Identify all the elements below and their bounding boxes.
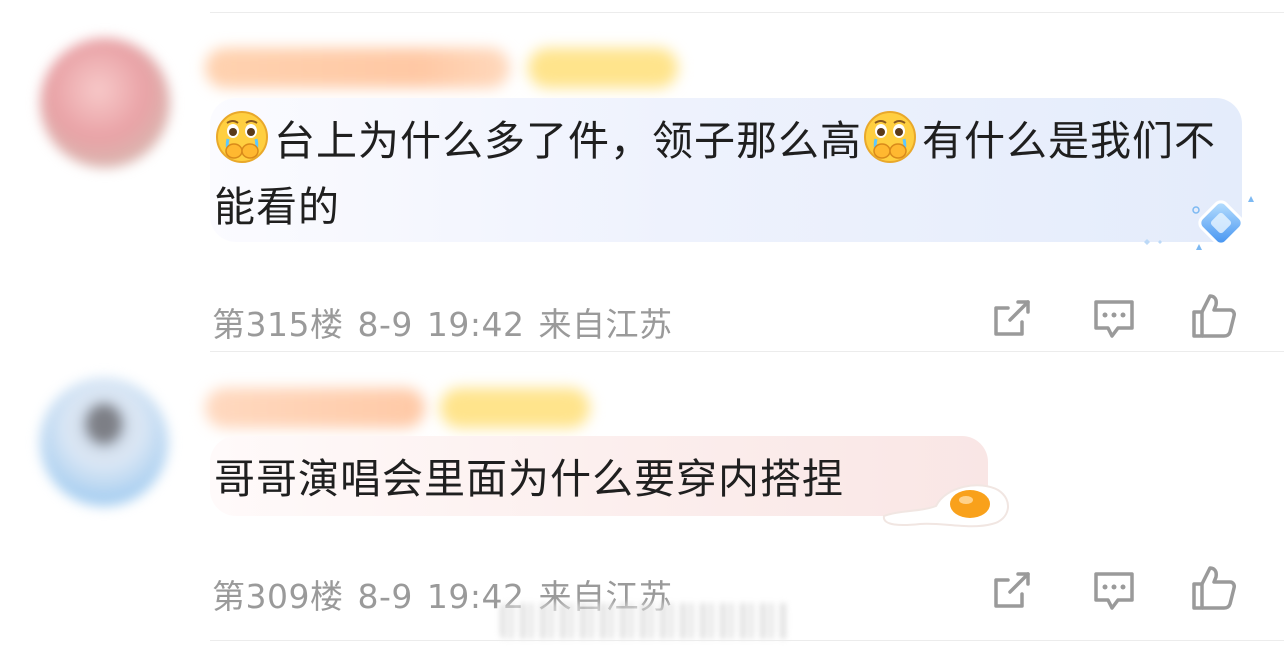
comment-time: 19:42: [426, 305, 525, 344]
divider: [210, 351, 1284, 352]
comment-date: 8-9: [357, 305, 413, 344]
share-icon[interactable]: [988, 566, 1036, 614]
username-blurred[interactable]: [205, 48, 510, 88]
username-blurred[interactable]: [205, 388, 425, 428]
thumbs-up-icon[interactable]: [1190, 564, 1238, 612]
crying-covering-mouth-emoji: [214, 109, 270, 165]
comment-icon[interactable]: [1090, 566, 1138, 614]
vip-badge[interactable]: [440, 388, 590, 428]
comment-meta: 第315楼 8-9 19:42 来自江苏: [212, 298, 687, 346]
comment-list: 台上为什么多了件，领子那么高 有什么是我们不能看的 第315楼 8-9 19:4…: [0, 0, 1284, 655]
avatar[interactable]: [40, 378, 168, 506]
diamond-decoration-icon: [1138, 196, 1262, 258]
vip-badge[interactable]: [528, 48, 678, 88]
divider: [210, 12, 1284, 13]
share-icon[interactable]: [988, 294, 1036, 342]
comment-text: 台上为什么多了件，领子那么高 有什么是我们不能看的: [214, 108, 1224, 240]
watermark: [500, 603, 790, 639]
comment-text: 哥哥演唱会里面为什么要穿内搭捏: [214, 455, 844, 503]
floor-number: 第309楼: [212, 577, 344, 616]
fried-egg-decoration-icon: [880, 476, 1014, 530]
crying-covering-mouth-emoji: [862, 109, 918, 165]
comment-icon[interactable]: [1090, 294, 1138, 342]
comment-location: 来自江苏: [538, 305, 673, 344]
comment-date: 8-9: [357, 577, 413, 616]
thumbs-up-icon[interactable]: [1190, 292, 1238, 340]
floor-number: 第315楼: [212, 305, 344, 344]
avatar[interactable]: [40, 38, 170, 168]
divider: [210, 640, 1284, 641]
